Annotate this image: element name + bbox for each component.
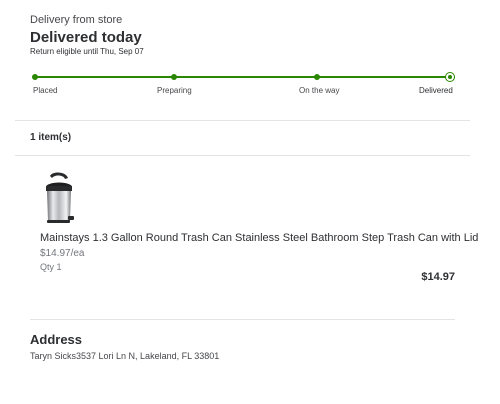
section-divider: [15, 155, 470, 156]
step-dot-placed: [32, 74, 38, 80]
product-name-link[interactable]: Mainstays 1.3 Gallon Round Trash Can Sta…: [40, 232, 478, 244]
items-count-heading: 1 item(s): [30, 132, 72, 143]
step-label-on-the-way: On the way: [299, 86, 340, 95]
section-divider: [30, 319, 455, 320]
step-label-delivered: Delivered: [419, 86, 453, 95]
unit-price: $14.97/ea: [40, 248, 85, 259]
address-heading: Address: [30, 332, 83, 347]
item-total-price: $14.97: [421, 271, 455, 283]
return-eligibility-note: Return eligible until Thu, Sep 07: [30, 47, 144, 56]
trash-can-product-image[interactable]: [40, 170, 76, 226]
step-dot-preparing: [171, 74, 177, 80]
delivery-address: Taryn Sicks3537 Lori Ln N, Lakeland, FL …: [30, 351, 220, 361]
delivery-type-label: Delivery from store: [30, 14, 123, 26]
quantity-label: Qty 1: [40, 262, 62, 272]
step-dot-delivered: [445, 72, 455, 82]
step-label-preparing: Preparing: [157, 86, 192, 95]
order-status-title: Delivered today: [30, 29, 142, 46]
step-dot-on-the-way: [314, 74, 320, 80]
delivery-progress-tracker: Placed Preparing On the way Delivered: [30, 70, 460, 100]
trash-can-icon: [46, 172, 74, 223]
progress-line: [35, 76, 455, 78]
section-divider: [15, 120, 470, 121]
step-label-placed: Placed: [33, 86, 58, 95]
